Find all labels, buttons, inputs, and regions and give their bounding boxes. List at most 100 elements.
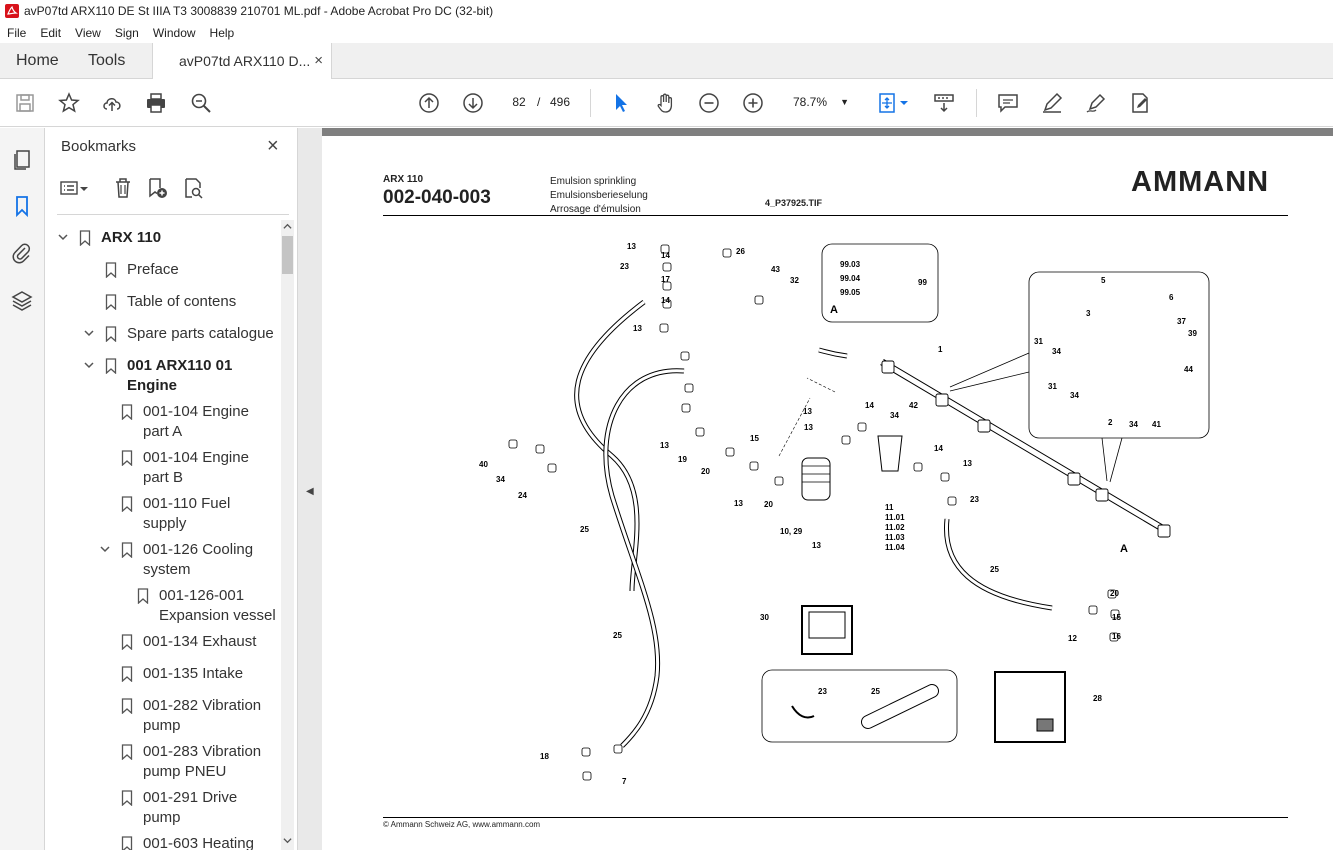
delete-bookmark-icon[interactable]: [111, 176, 135, 200]
upload-cloud-icon[interactable]: [100, 91, 124, 115]
tab-document[interactable]: avP07td ARX110 D... ×: [152, 43, 332, 80]
comment-icon[interactable]: [996, 91, 1020, 115]
callout-label: 11: [885, 503, 894, 512]
callout-label: 13: [812, 541, 821, 550]
print-icon[interactable]: [144, 91, 168, 115]
bookmark-item[interactable]: 001-104 Engine part B: [143, 448, 249, 488]
bookmark-icon: [121, 836, 133, 850]
menu-help[interactable]: Help: [203, 26, 242, 40]
collapse-left-icon[interactable]: ◀: [306, 486, 314, 497]
fitting: [722, 248, 732, 258]
chevron-down-icon[interactable]: [83, 359, 95, 374]
callout-label: 31: [1048, 382, 1057, 391]
chevron-down-icon[interactable]: [78, 176, 90, 200]
scroll-up-icon[interactable]: [283, 222, 292, 231]
attachments-icon[interactable]: [10, 241, 34, 265]
tab-close-button[interactable]: ×: [314, 43, 323, 79]
zoom-select[interactable]: 78.7% ▼: [785, 91, 857, 113]
bookmark-item[interactable]: 001-110 Fuel supply: [143, 494, 230, 534]
select-cursor-icon[interactable]: [609, 91, 633, 115]
chevron-down-icon[interactable]: [57, 231, 69, 246]
new-bookmark-icon[interactable]: [145, 176, 169, 200]
hose: [944, 518, 1053, 610]
nozzle: [881, 360, 895, 374]
bookmark-item[interactable]: 001-126-001 Expansion vessel: [159, 586, 276, 626]
fitting: [659, 323, 669, 333]
panel-collapse-strip[interactable]: ◀: [298, 128, 322, 850]
fitting: [774, 476, 784, 486]
bookmark-item[interactable]: 001-283 Vibration pump PNEU: [143, 742, 261, 782]
scrollbar-thumb[interactable]: [282, 236, 293, 274]
leader: [1101, 437, 1123, 483]
scroll-mode-icon[interactable]: [932, 91, 956, 115]
fitting: [695, 427, 705, 437]
star-icon[interactable]: [57, 91, 81, 115]
menu-edit[interactable]: Edit: [33, 26, 68, 40]
bookmark-item[interactable]: Preface: [127, 260, 179, 280]
zoom-out-icon[interactable]: [697, 91, 721, 115]
chevron-down-icon[interactable]: [83, 327, 95, 342]
previous-page-icon[interactable]: [417, 91, 441, 115]
zoom-in-icon[interactable]: [741, 91, 765, 115]
menu-sign[interactable]: Sign: [108, 26, 146, 40]
bookmark-icon: [121, 634, 133, 650]
layers-icon[interactable]: [10, 289, 34, 313]
bookmark-item[interactable]: Table of contens: [127, 292, 236, 312]
bookmarks-icon[interactable]: [10, 194, 34, 218]
page-number-input[interactable]: 82: [505, 91, 533, 113]
callout-label: 26: [736, 247, 745, 256]
bookmark-scrollbar[interactable]: [281, 220, 294, 850]
callout-label: 15: [750, 434, 759, 443]
spray-bar: [880, 359, 1169, 534]
callout-label: 23: [818, 687, 827, 696]
bookmark-item[interactable]: 001-134 Exhaust: [143, 632, 256, 652]
fit-dropdown-icon[interactable]: [898, 91, 910, 115]
callout-label: 13: [963, 459, 972, 468]
highlight-pen-icon[interactable]: [1040, 91, 1064, 115]
bookmark-item[interactable]: 001-291 Drive pump: [143, 788, 237, 828]
page-thumbnails-icon[interactable]: [10, 148, 34, 172]
warning-sign-28: [1036, 718, 1054, 732]
tab-home[interactable]: Home: [16, 43, 59, 79]
bookmark-item[interactable]: Spare parts catalogue: [127, 324, 274, 344]
bookmark-item[interactable]: 001 ARX110 01 Engine: [127, 356, 232, 396]
warning-sign-28: [994, 671, 1066, 743]
scroll-down-icon[interactable]: [283, 836, 292, 845]
bookmark-label: 001-126-001: [159, 587, 245, 604]
filter: [801, 457, 831, 501]
fit-page-icon[interactable]: [876, 91, 900, 115]
bookmark-search-icon[interactable]: [181, 176, 205, 200]
callout-label: 13: [627, 242, 636, 251]
edit-pdf-icon[interactable]: [1128, 91, 1152, 115]
parts-diagram: 13141714132326433299.0399.0499.0599A1563…: [479, 242, 1210, 786]
find-zoom-icon[interactable]: [189, 91, 213, 115]
callout-label: 39: [1188, 329, 1197, 338]
chevron-down-icon[interactable]: [99, 543, 111, 558]
leader: [949, 352, 1030, 392]
document-viewport[interactable]: ◀ ARX 110 002-040-003 Emulsion sprinklin…: [298, 128, 1333, 850]
menu-window[interactable]: Window: [146, 26, 203, 40]
tab-tools[interactable]: Tools: [88, 43, 125, 79]
bookmark-label: 001-126 Cooling: [143, 541, 254, 558]
save-icon[interactable]: [13, 91, 37, 115]
sign-pen-icon[interactable]: [1084, 91, 1108, 115]
bookmark-item[interactable]: 001-282 Vibration pump: [143, 696, 261, 736]
callout-label: 10, 29: [780, 527, 803, 536]
bookmark-item[interactable]: 001-126 Cooling system: [143, 540, 253, 580]
callout-label: 34: [890, 411, 899, 420]
panel-close-button[interactable]: ×: [267, 135, 279, 158]
callout-label: 14: [934, 444, 943, 453]
bookmark-item[interactable]: 001-135 Intake: [143, 664, 243, 684]
bookmark-item[interactable]: 001-104 Engine part A: [143, 402, 249, 442]
menu-file[interactable]: File: [0, 26, 33, 40]
menu-view[interactable]: View: [68, 26, 108, 40]
bookmark-item[interactable]: ARX 110: [101, 228, 161, 248]
fitting: [582, 771, 592, 781]
bookmark-item[interactable]: 001-603 Heating: [143, 834, 254, 850]
fitting: [547, 463, 557, 473]
hand-tool-icon[interactable]: [653, 91, 677, 115]
bookmark-icon: [121, 698, 133, 714]
next-page-icon[interactable]: [461, 91, 485, 115]
callout-label: 25: [871, 687, 880, 696]
bookmark-icon: [137, 588, 149, 604]
